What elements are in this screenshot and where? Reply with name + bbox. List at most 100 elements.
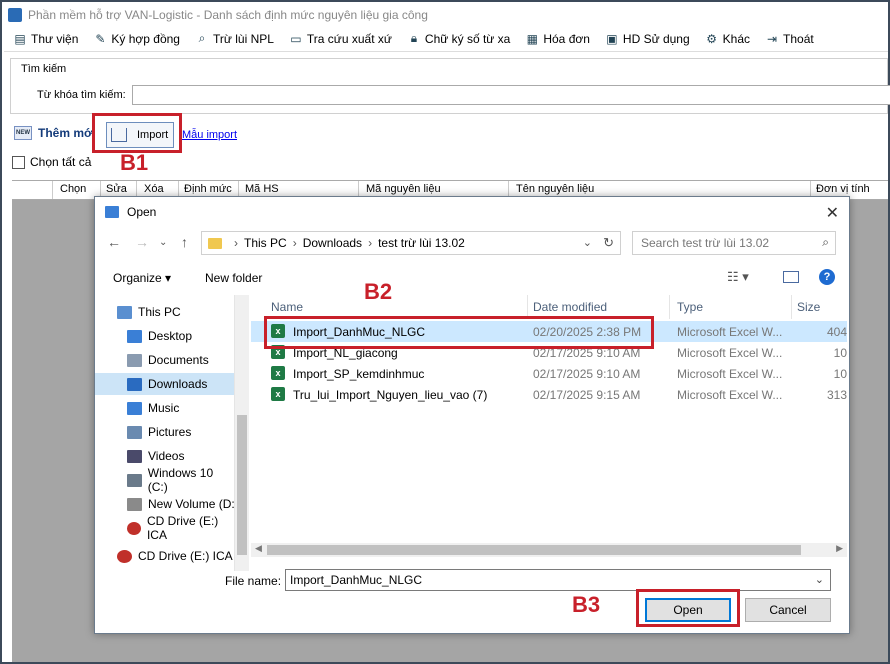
nav-pictures[interactable]: Pictures [95, 421, 234, 443]
file-row[interactable]: x Import_SP_kemdinhmuc 02/17/2025 9:10 A… [251, 363, 847, 384]
search-icon: ⌕ [822, 235, 829, 249]
menu-ky-hop-dong[interactable]: ✎ Ký hợp đồng [92, 31, 180, 47]
annotation-box-b2 [264, 316, 654, 349]
nav-desktop[interactable]: Desktop [95, 325, 234, 347]
search-icon: ⌕ [198, 31, 206, 45]
nav-this-pc[interactable]: This PC [95, 301, 234, 323]
nav-cd-drive-e[interactable]: CD Drive (E:) ICA [95, 514, 234, 542]
nav-windows-c[interactable]: Windows 10 (C:) [95, 466, 234, 494]
menu-thoat[interactable]: ⇥ Thoát [764, 31, 814, 47]
search-label: Từ khóa tìm kiếm: [37, 89, 126, 101]
up-arrow-icon[interactable]: ↑ [181, 234, 188, 250]
nav-new-volume-d[interactable]: New Volume (D: [95, 493, 234, 515]
add-new-button[interactable]: NEW Thêm mới [14, 126, 96, 140]
invoice-icon: ▦ [526, 31, 539, 46]
menu-tru-lui-npl[interactable]: ⌕ Trừ lùi NPL [194, 31, 274, 47]
nav-scrollbar[interactable] [235, 295, 249, 571]
col-type[interactable]: Type [677, 295, 703, 319]
nav-documents[interactable]: Documents [95, 349, 234, 371]
file-name-label: File name: [225, 574, 282, 588]
drive-icon [127, 497, 142, 511]
menu-hd-su-dung[interactable]: ▣ HD Sử dụng [604, 31, 689, 47]
library-icon: ▤ [14, 31, 26, 46]
view-options-icon[interactable]: ☷ ▾ [727, 269, 749, 285]
close-icon[interactable]: ✕ [826, 203, 839, 223]
new-folder-button[interactable]: New folder [205, 271, 262, 285]
nav-videos[interactable]: Videos [95, 445, 234, 467]
col-don-vi-tinh[interactable]: Đơn vị tính [816, 183, 870, 195]
select-all[interactable]: Chọn tất cả [12, 155, 91, 169]
dialog-toolbar: Organize ▾ New folder ☷ ▾ ? [95, 265, 849, 291]
new-icon: NEW [14, 126, 32, 140]
videos-icon [127, 449, 142, 463]
back-arrow-icon[interactable]: ← [107, 234, 121, 250]
breadcrumb-folder[interactable]: test trừ lùi 13.02 [378, 236, 465, 250]
dialog-title: Open [127, 205, 157, 219]
pictures-icon [127, 425, 142, 439]
col-ma-nguyen-lieu[interactable]: Mã nguyên liệu [366, 183, 441, 195]
documents-icon [127, 353, 142, 367]
nav-cd-drive-e-2[interactable]: CD Drive (E:) ICA [95, 545, 234, 567]
forward-arrow-icon[interactable]: → [135, 234, 149, 250]
refresh-icon[interactable]: ↻ [603, 235, 614, 251]
open-file-dialog: Open ✕ ← → ⌄ ↑ › This PC › Downloads › t… [94, 196, 850, 634]
preview-pane-icon[interactable] [783, 271, 799, 283]
scroll-left-icon[interactable]: ◀ [255, 543, 262, 554]
exit-icon: ⇥ [766, 31, 778, 46]
chevron-down-icon[interactable]: ⌄ [815, 573, 824, 586]
cancel-button[interactable]: Cancel [745, 598, 831, 622]
gear-icon: ⚙ [706, 31, 718, 46]
breadcrumb-downloads[interactable]: Downloads [303, 236, 362, 250]
address-bar[interactable]: › This PC › Downloads › test trừ lùi 13.… [201, 231, 621, 255]
menu-chu-ky-so[interactable]: 🔒︎ Chữ ký số từ xa [406, 31, 511, 47]
select-all-checkbox[interactable] [12, 155, 25, 169]
navigation-pane: This PC Desktop Documents Downloads Musi… [95, 295, 235, 571]
nav-downloads[interactable]: Downloads [95, 373, 234, 395]
annotation-box-b3 [636, 589, 740, 627]
organize-button[interactable]: Organize ▾ [113, 271, 171, 285]
horizontal-scrollbar-thumb[interactable] [267, 545, 801, 555]
drive-icon [127, 473, 142, 487]
title-bar: Phần mềm hỗ trợ VAN-Logistic - Danh sách… [4, 4, 888, 26]
annotation-label-b1: B1 [120, 150, 149, 175]
nav-music[interactable]: Music [95, 397, 234, 419]
folder-search-input[interactable]: Search test trừ lùi 13.02 ⌕ [632, 231, 836, 255]
menu-khac[interactable]: ⚙ Khác [704, 31, 750, 47]
help-icon[interactable]: ? [819, 269, 835, 285]
file-name-input[interactable]: Import_DanhMuc_NLGC ⌄ [285, 569, 831, 591]
help-icon: ▣ [606, 31, 618, 46]
download-arrow-icon [127, 377, 142, 391]
col-sua[interactable]: Sửa [106, 183, 127, 195]
nav-scrollbar-thumb[interactable] [237, 415, 247, 555]
col-xoa[interactable]: Xóa [144, 183, 164, 195]
col-ma-hs[interactable]: Mã HS [245, 183, 279, 195]
template-import-link[interactable]: Mẫu import [182, 129, 237, 141]
app-icon [8, 8, 22, 22]
lock-icon: 🔒︎ [410, 31, 418, 45]
annotation-label-b2: B2 [364, 279, 393, 304]
menu-thu-vien[interactable]: ▤ Thư viện [12, 31, 78, 47]
col-ten-nguyen-lieu[interactable]: Tên nguyên liệu [516, 183, 594, 195]
search-input[interactable] [132, 85, 890, 105]
address-dropdown-icon[interactable]: ⌄ [583, 236, 592, 249]
desktop-icon [127, 329, 142, 343]
document-icon: ▭ [290, 31, 302, 46]
chevron-down-icon[interactable]: ⌄ [159, 237, 167, 248]
cd-drive-icon [127, 521, 141, 535]
menu-hoa-don[interactable]: ▦ Hóa đơn [524, 31, 590, 47]
window-title: Phần mềm hỗ trợ VAN-Logistic - Danh sách… [28, 8, 428, 22]
cd-drive-icon [117, 549, 132, 563]
music-icon [127, 401, 142, 415]
file-row[interactable]: x Tru_lui_Import_Nguyen_lieu_vao (7) 02/… [251, 384, 847, 405]
contract-icon: ✎ [95, 31, 106, 46]
horizontal-scrollbar[interactable]: ◀ ▶ [251, 543, 847, 557]
scroll-right-icon[interactable]: ▶ [836, 543, 843, 554]
excel-file-icon: x [271, 387, 285, 401]
search-group: Tìm kiếm Từ khóa tìm kiếm: [10, 58, 890, 114]
menu-tra-cuu-xuat-xu[interactable]: ▭ Tra cứu xuất xứ [288, 31, 392, 47]
breadcrumb-this-pc[interactable]: This PC [244, 236, 287, 250]
col-size[interactable]: Size [797, 295, 820, 319]
annotation-box-b1 [92, 113, 182, 153]
col-dinh-muc[interactable]: Định mức [184, 183, 232, 195]
col-chon[interactable]: Chọn [60, 183, 86, 195]
